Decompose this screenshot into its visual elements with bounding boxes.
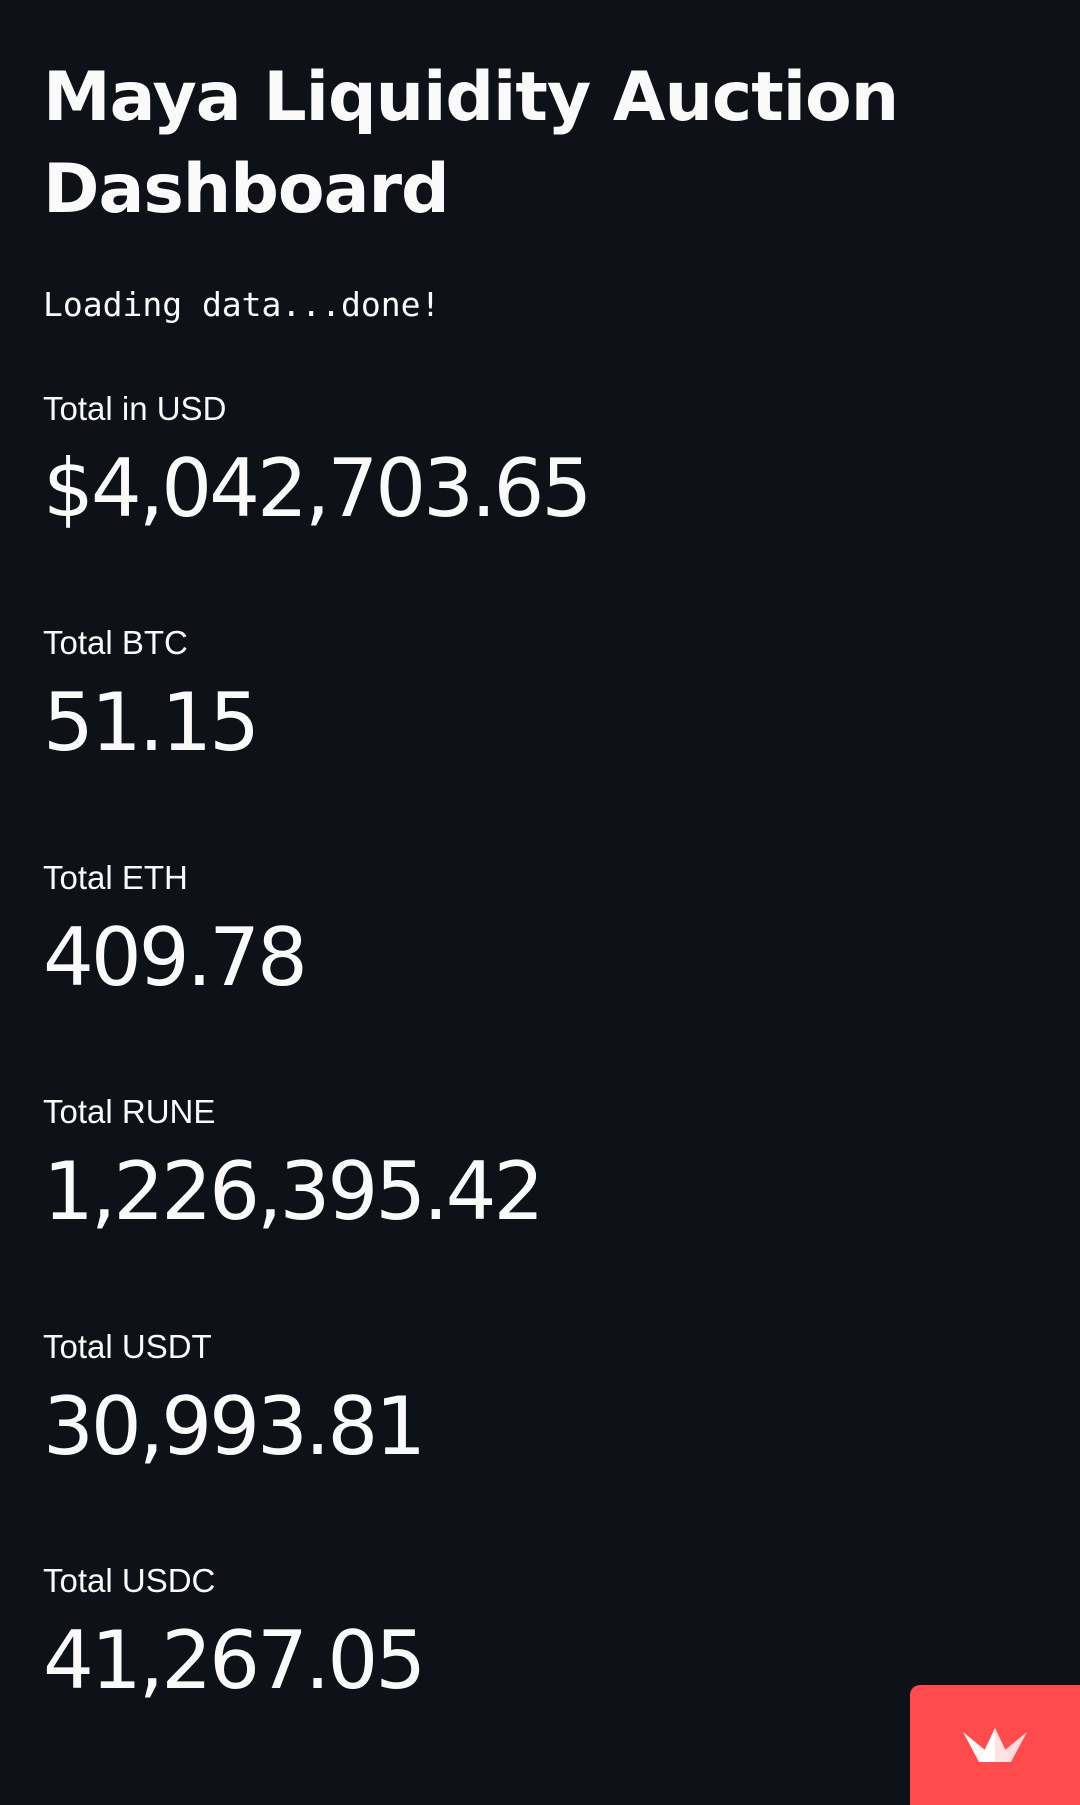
metric-total-eth: Total ETH 409.78 [43, 856, 943, 1006]
metric-value: 409.78 [43, 911, 308, 1004]
streamlit-badge-button[interactable] [910, 1685, 1080, 1805]
metric-total-rune: Total RUNE 1,226,395.42 [43, 1090, 943, 1240]
metric-value: $4,042,703.65 [43, 442, 592, 535]
metric-label: Total USDC [43, 1562, 216, 1599]
metric-value: 41,267.05 [43, 1614, 426, 1707]
metric-label: Total in USD [43, 390, 227, 427]
metric-total-usd: Total in USD $4,042,703.65 [43, 387, 943, 537]
metric-value: 30,993.81 [43, 1380, 426, 1473]
metric-total-usdc: Total USDC 41,267.05 [43, 1559, 943, 1709]
metric-label: Total ETH [43, 859, 188, 896]
metric-label: Total RUNE [43, 1093, 216, 1130]
metric-label: Total BTC [43, 624, 188, 661]
metric-label: Total USDT [43, 1328, 212, 1365]
metric-value: 51.15 [43, 676, 260, 769]
metric-value: 1,226,395.42 [43, 1145, 544, 1238]
streamlit-crown-icon [963, 1728, 1027, 1762]
metric-total-btc: Total BTC 51.15 [43, 621, 943, 771]
page-title: Maya Liquidity Auction Dashboard [43, 58, 899, 229]
loading-status: Loading data...done! [43, 285, 441, 324]
metric-total-usdt: Total USDT 30,993.81 [43, 1325, 943, 1475]
